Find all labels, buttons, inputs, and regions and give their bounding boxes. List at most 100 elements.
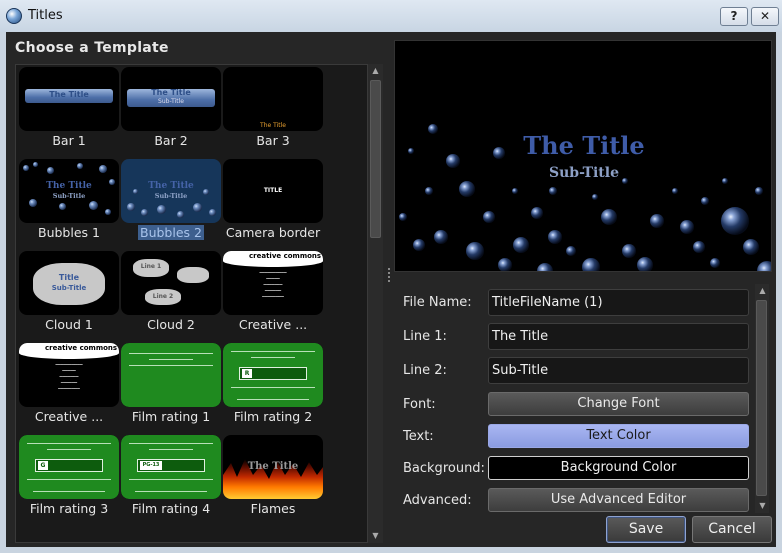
cancel-button[interactable]: Cancel [692, 516, 772, 543]
file-name-label: File Name: [403, 295, 472, 310]
bubble [549, 187, 557, 195]
template-label: Film rating 4 [131, 501, 211, 516]
font-label: Font: [403, 397, 436, 412]
template-bar-3[interactable]: The Title Bar 3 [222, 66, 324, 158]
title-properties-form: File Name: TitleFileName (1) Line 1: The… [394, 280, 772, 513]
background-color-button[interactable]: Background Color [488, 456, 749, 480]
line1-field[interactable]: The Title [488, 323, 749, 350]
template-label: Creative ... [238, 317, 308, 332]
line2-label: Line 2: [403, 363, 447, 378]
template-thumbnail: The Title Sub-Title [121, 159, 221, 223]
title-preview: The Title Sub-Title [394, 40, 772, 272]
bubble [650, 214, 664, 228]
scroll-thumb[interactable] [756, 300, 767, 496]
template-camera-border[interactable]: TITLE Camera border [222, 158, 324, 250]
bubble [721, 207, 749, 235]
file-name-field[interactable]: TitleFileName (1) [488, 289, 749, 316]
bubble [459, 181, 475, 197]
template-label: Cloud 2 [147, 317, 195, 332]
dialog-body: Choose a Template The Title Bar 1 The Ti… [6, 32, 776, 547]
bubble [425, 187, 433, 195]
bubble [693, 241, 705, 253]
bubble [637, 257, 653, 271]
background-label: Background: [403, 461, 485, 476]
template-label: Bar 2 [154, 133, 188, 148]
window-title: Titles [28, 8, 63, 23]
template-thumbnail [121, 343, 221, 407]
bubble [757, 261, 771, 271]
text-label: Text: [403, 429, 434, 444]
bubble [680, 220, 694, 234]
template-bubbles-1[interactable]: The Title Sub-Title Bubbles 1 [18, 158, 120, 250]
bubble [592, 194, 598, 200]
bubble [537, 263, 553, 271]
bubble [743, 239, 759, 255]
bubble [434, 230, 448, 244]
scroll-down-arrow-icon[interactable]: ▼ [368, 529, 383, 543]
template-thumbnail: R [223, 343, 323, 407]
bubble [498, 258, 512, 271]
preview-title: The Title [523, 131, 645, 160]
template-thumbnail: The Title Sub-Title [19, 159, 119, 223]
line1-label: Line 1: [403, 329, 447, 344]
template-thumbnail: The Title Sub-Title [121, 67, 221, 131]
bubble [710, 258, 720, 268]
bubble [483, 211, 495, 223]
choose-template-heading: Choose a Template [15, 40, 169, 56]
bubble [548, 230, 562, 244]
close-button[interactable]: ✕ [751, 7, 779, 26]
bubble [701, 197, 709, 205]
template-label: Bar 1 [52, 133, 86, 148]
template-bar-2[interactable]: The Title Sub-Title Bar 2 [120, 66, 222, 158]
bubble [672, 188, 678, 194]
template-list-scrollbar[interactable]: ▲ ▼ [367, 64, 383, 543]
app-icon [6, 8, 22, 24]
text-color-button[interactable]: Text Color [488, 424, 749, 448]
template-cloud-1[interactable]: Title Sub-Title Cloud 1 [18, 250, 120, 342]
save-button[interactable]: Save [606, 516, 686, 543]
template-film-rating-1[interactable]: Film rating 1 [120, 342, 222, 434]
template-label: Film rating 2 [233, 409, 313, 424]
template-thumbnail: The Title [19, 67, 119, 131]
template-bubbles-2[interactable]: The Title Sub-Title Bubbles 2 [120, 158, 222, 250]
template-thumbnail: Line 1 Line 2 [121, 251, 221, 315]
scroll-down-arrow-icon[interactable]: ▼ [755, 499, 770, 513]
template-cloud-2[interactable]: Line 1 Line 2 Cloud 2 [120, 250, 222, 342]
scroll-thumb[interactable] [370, 80, 381, 238]
scroll-up-arrow-icon[interactable]: ▲ [755, 284, 770, 298]
preview-subtitle: Sub-Title [549, 165, 619, 181]
bubble [466, 242, 484, 260]
bubble [413, 239, 425, 251]
title-bar: Titles ? ✕ [0, 0, 782, 32]
bubble [566, 246, 576, 256]
template-thumbnail: G [19, 435, 119, 499]
bubble [399, 213, 407, 221]
template-label: Flames [250, 501, 296, 516]
template-bar-1[interactable]: The Title Bar 1 [18, 66, 120, 158]
advanced-editor-button[interactable]: Use Advanced Editor [488, 488, 749, 512]
help-button[interactable]: ? [720, 7, 748, 26]
template-thumbnail: TITLE [223, 159, 323, 223]
template-label: Film rating 3 [29, 501, 109, 516]
template-film-rating-4[interactable]: PG-13 Film rating 4 [120, 434, 222, 526]
template-label: Bar 3 [256, 133, 290, 148]
template-flames[interactable]: The Title Flames [222, 434, 324, 526]
template-label: Cloud 1 [45, 317, 93, 332]
change-font-button[interactable]: Change Font [488, 392, 749, 416]
template-film-rating-3[interactable]: G Film rating 3 [18, 434, 120, 526]
line2-field[interactable]: Sub-Title [488, 357, 749, 384]
template-label: Bubbles 1 [38, 225, 100, 240]
template-thumbnail: creative commons ━━━━━━━━━━ ━━━━━ ━━━━━━━ ━… [223, 251, 323, 315]
template-thumbnail: The Title [223, 67, 323, 131]
splitter-handle[interactable] [388, 268, 391, 282]
template-thumbnail: Title Sub-Title [19, 251, 119, 315]
bubble [601, 209, 617, 225]
template-list: The Title Bar 1 The Title Sub-Title Bar … [15, 64, 383, 543]
bubble [512, 188, 518, 194]
form-scrollbar[interactable]: ▲ ▼ [755, 284, 769, 513]
template-creative-1[interactable]: creative commons ━━━━━━━━━━ ━━━━━ ━━━━━━━ ━… [222, 250, 324, 342]
template-film-rating-2[interactable]: R Film rating 2 [222, 342, 324, 434]
template-creative-2[interactable]: creative commons ━━━━━━━━━━ ━━━━━ ━━━━━━━ ━… [18, 342, 120, 434]
bubble [513, 237, 529, 253]
scroll-up-arrow-icon[interactable]: ▲ [368, 64, 383, 78]
